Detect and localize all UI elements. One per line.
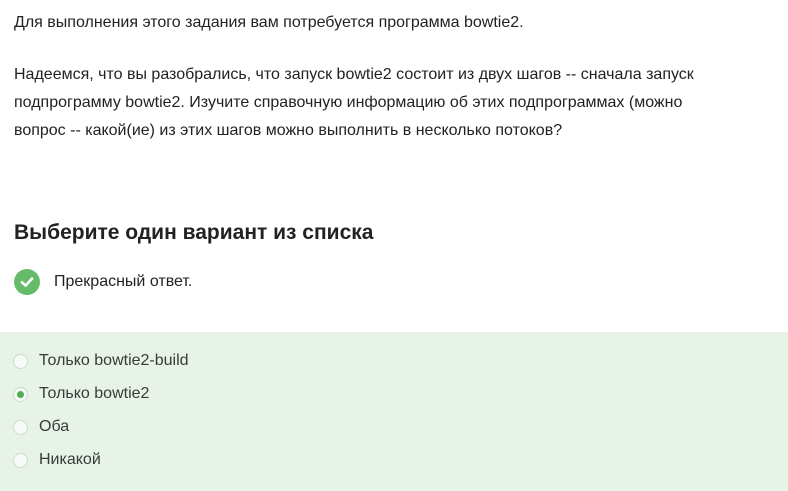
answer-section-title: Выберите один вариант из списка [14, 221, 374, 244]
radio-button-selected[interactable] [13, 386, 28, 402]
option-label: Только bowtie2 [39, 385, 150, 402]
check-circle-icon [14, 269, 40, 295]
options-panel: Только bowtie2-build Только bowtie2 Оба … [0, 332, 788, 491]
radio-button[interactable] [13, 419, 28, 435]
description-line: Надеемся, что вы разобрались, что запуск… [14, 66, 694, 83]
option-label: Никакой [39, 451, 101, 468]
answer-status: Прекрасный ответ. [14, 268, 192, 296]
description-line: вопрос -- какой(ие) из этих шагов можно … [14, 122, 563, 139]
status-text: Прекрасный ответ. [54, 273, 193, 290]
option-none[interactable]: Никакой [13, 448, 101, 472]
option-label: Оба [39, 418, 70, 435]
task-intro: Для выполнения этого задания вам потребу… [14, 14, 524, 31]
option-only-bowtie2-build[interactable]: Только bowtie2-build [13, 349, 189, 373]
radio-button[interactable] [13, 353, 28, 369]
option-both[interactable]: Оба [13, 415, 69, 439]
option-only-bowtie2[interactable]: Только bowtie2 [13, 382, 149, 406]
task-description: Надеемся, что вы разобрались, что запуск… [14, 61, 788, 145]
option-label: Только bowtie2-build [39, 352, 189, 369]
radio-button[interactable] [13, 452, 28, 468]
radio-dot-icon [17, 390, 24, 398]
description-line: подпрограмму bowtie2. Изучите справочную… [14, 94, 683, 111]
